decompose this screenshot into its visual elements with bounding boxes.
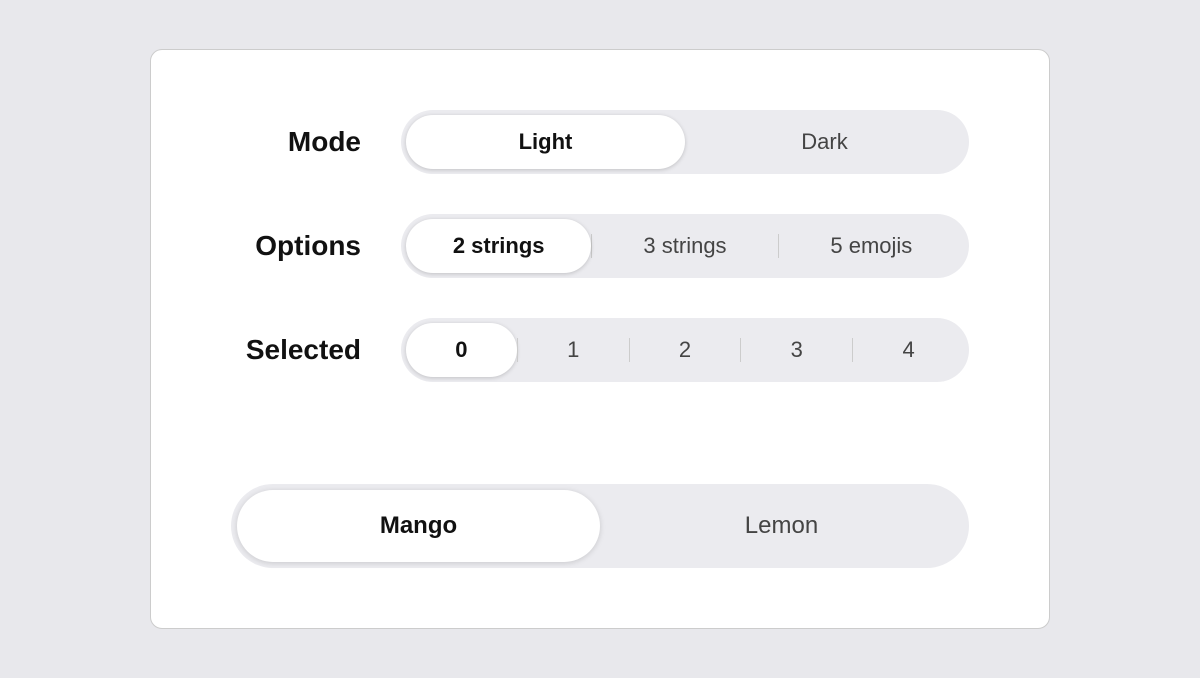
settings-card: Mode Light Dark Options 2 strings 3 stri… (150, 49, 1050, 629)
selected-segmented: 0 1 2 3 4 (401, 318, 969, 382)
option-5emojis[interactable]: 5 emojis (779, 219, 964, 273)
spacer (231, 422, 969, 424)
fruit-lemon[interactable]: Lemon (600, 490, 963, 562)
fruit-segmented: Mango Lemon (231, 484, 969, 568)
option-2strings[interactable]: 2 strings (406, 219, 591, 273)
options-label: Options (231, 230, 361, 262)
selected-1[interactable]: 1 (518, 323, 629, 377)
fruit-mango[interactable]: Mango (237, 490, 600, 562)
selected-4[interactable]: 4 (853, 323, 964, 377)
mode-dark-option[interactable]: Dark (685, 115, 964, 169)
mode-segmented: Light Dark (401, 110, 969, 174)
options-row: Options 2 strings 3 strings 5 emojis (231, 214, 969, 278)
mode-label: Mode (231, 126, 361, 158)
selected-2[interactable]: 2 (630, 323, 741, 377)
selected-row: Selected 0 1 2 3 4 (231, 318, 969, 382)
option-3strings[interactable]: 3 strings (592, 219, 777, 273)
mode-row: Mode Light Dark (231, 110, 969, 174)
selected-0[interactable]: 0 (406, 323, 517, 377)
options-segmented: 2 strings 3 strings 5 emojis (401, 214, 969, 278)
mode-light-option[interactable]: Light (406, 115, 685, 169)
selected-3[interactable]: 3 (741, 323, 852, 377)
bottom-row: Mango Lemon (231, 484, 969, 568)
selected-label: Selected (231, 334, 361, 366)
